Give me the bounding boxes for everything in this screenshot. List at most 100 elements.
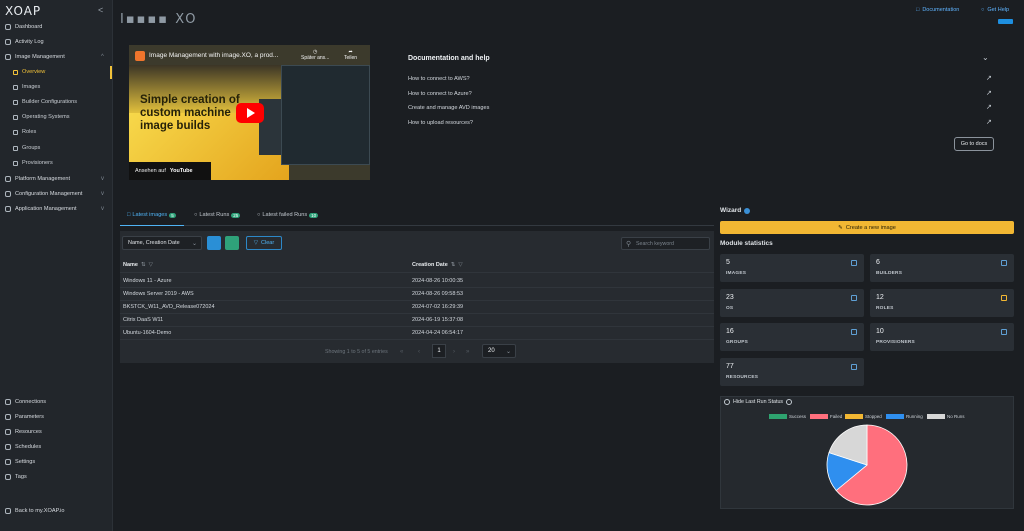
application-icon — [5, 206, 11, 212]
connections-icon — [5, 399, 11, 405]
provisioners-icon — [1001, 329, 1007, 335]
parameters-icon — [5, 414, 11, 420]
info-icon[interactable] — [744, 207, 751, 214]
share-button[interactable]: ➦ Teilen — [344, 49, 357, 61]
sidebar-item-activity-log[interactable]: Activity Log — [5, 36, 44, 48]
tab-latest-images[interactable]: □ Latest images 5 — [127, 212, 176, 218]
docs-title: Documentation and help — [408, 55, 490, 62]
export-excel-button[interactable] — [225, 236, 239, 250]
column-header-name[interactable]: Name ⇅ ▽ — [123, 262, 153, 268]
sidebar-item-connections[interactable]: Connections — [5, 396, 46, 408]
get-help-link[interactable]: ○ Get Help — [981, 7, 1009, 13]
sidebar-item-tags[interactable]: Tags — [5, 471, 27, 483]
stat-label: RESOURCES — [726, 375, 759, 380]
help-badge[interactable] — [998, 19, 1013, 24]
sidebar-item-operating-systems[interactable]: Operating Systems — [13, 111, 70, 123]
legend-swatch — [927, 414, 945, 419]
column-header-creation-date[interactable]: Creation Date ⇅ ▽ — [412, 262, 463, 268]
external-arrow-icon[interactable]: ↗ — [986, 103, 992, 111]
first-page-icon[interactable]: « — [400, 349, 403, 355]
docs-link-azure[interactable]: How to connect to Azure? — [408, 91, 472, 97]
stat-card-provisioners[interactable]: 10 PROVISIONERS — [870, 323, 1014, 351]
stat-card-images[interactable]: 5 IMAGES — [720, 254, 864, 282]
watch-later-button[interactable]: ◷ Später ans... — [301, 49, 329, 61]
chevron-down-icon[interactable]: ⌄ — [982, 53, 989, 62]
search-input[interactable]: ⚲ Search keyword — [621, 237, 710, 250]
sidebar-item-image-management[interactable]: Image Management ^ — [5, 51, 104, 63]
prev-page-icon[interactable]: ‹ — [418, 349, 420, 355]
active-indicator — [110, 66, 112, 79]
sidebar-item-builder-configurations[interactable]: Builder Configurations — [13, 96, 77, 108]
external-arrow-icon[interactable]: ↗ — [986, 74, 992, 82]
sort-select[interactable]: Name, Creation Date ⌄ — [122, 236, 202, 250]
docs-link-avd[interactable]: Create and manage AVD images — [408, 105, 489, 111]
table-row-date: 2024-08-26 09:58:53 — [412, 291, 464, 297]
sidebar-item-settings[interactable]: Settings — [5, 456, 35, 468]
sidebar-item-groups[interactable]: Groups — [13, 142, 40, 154]
stat-card-os[interactable]: 23 OS — [720, 289, 864, 317]
youtube-video[interactable]: Image Management with image.XO, a prod..… — [129, 45, 370, 180]
schedules-icon — [5, 444, 11, 450]
legend-running[interactable]: Running — [886, 414, 923, 419]
legend-failed[interactable]: Failed — [810, 414, 842, 419]
tab-latest-runs[interactable]: ○ Latest Runs 25 — [194, 212, 241, 218]
play-button-icon[interactable] — [236, 103, 264, 123]
sidebar-item-dashboard[interactable]: Dashboard — [5, 21, 42, 33]
sort-icon[interactable]: ⇅ — [451, 262, 456, 268]
stat-value: 16 — [726, 328, 734, 335]
table-row-name[interactable]: Citrix DaaS W11 — [123, 317, 163, 323]
legend-no-runs[interactable]: No Runs — [927, 414, 965, 419]
watch-on-youtube-button[interactable]: Ansehen auf YouTube — [129, 162, 211, 180]
image-xo-brand: I▪▪▪▪ XO — [120, 12, 198, 27]
sidebar-item-platform-management[interactable]: Platform Management v — [5, 173, 104, 185]
table-row-name[interactable]: BKSTCK_W11_AVD_Release072024 — [123, 304, 215, 310]
create-new-image-button[interactable]: ✎ Create a new image — [720, 221, 1014, 234]
back-to-xoap-link[interactable]: Back to my.XOAP.io — [5, 505, 65, 517]
filter-icon[interactable]: ▽ — [458, 262, 462, 268]
sidebar-item-schedules[interactable]: Schedules — [5, 441, 41, 453]
sidebar-item-parameters[interactable]: Parameters — [5, 411, 44, 423]
back-icon — [5, 508, 11, 514]
table-row-name[interactable]: Windows 11 - Azure — [123, 278, 172, 284]
external-arrow-icon[interactable]: ↗ — [986, 118, 992, 126]
legend-stopped[interactable]: Stopped — [845, 414, 882, 419]
docs-link-resources[interactable]: How to upload resources? — [408, 120, 473, 126]
hide-last-run-status-toggle[interactable]: Hide Last Run Status — [724, 399, 793, 405]
last-page-icon[interactable]: » — [466, 349, 469, 355]
stat-value: 23 — [726, 294, 734, 301]
legend-success[interactable]: Success — [769, 414, 806, 419]
video-title[interactable]: Image Management with image.XO, a prod..… — [149, 52, 278, 59]
external-arrow-icon[interactable]: ↗ — [986, 89, 992, 97]
eye-off-icon — [724, 399, 730, 405]
row-separator — [120, 326, 714, 327]
export-csv-button[interactable] — [207, 236, 221, 250]
sidebar-item-images[interactable]: Images — [13, 81, 40, 93]
tab-latest-failed-runs[interactable]: ○ Latest failed Runs 10 — [257, 212, 319, 218]
next-page-icon[interactable]: › — [453, 349, 455, 355]
table-row-name[interactable]: Windows Server 2019 - AWS — [123, 291, 194, 297]
sort-icon[interactable]: ⇅ — [141, 262, 146, 268]
collapse-sidebar-icon[interactable]: < — [98, 5, 103, 15]
docs-link-aws[interactable]: How to connect to AWS? — [408, 76, 470, 82]
clear-button[interactable]: ▽ Clear — [246, 236, 282, 250]
video-screenshot — [281, 65, 370, 165]
table-row-name[interactable]: Ubuntu-1604-Demo — [123, 330, 171, 336]
xoap-logo[interactable]: XOAP — [5, 4, 41, 18]
current-page[interactable]: 1 — [432, 344, 446, 358]
sidebar-item-roles[interactable]: Roles — [13, 126, 36, 138]
sidebar-item-resources[interactable]: Resources — [5, 426, 42, 438]
sidebar-item-overview[interactable]: Overview — [13, 66, 45, 78]
stat-card-resources[interactable]: 77 RESOURCES — [720, 358, 864, 386]
documentation-link[interactable]: □ Documentation — [916, 7, 959, 13]
per-page-select[interactable]: 20 ⌄ — [482, 344, 516, 358]
pencil-icon: ✎ — [838, 224, 843, 231]
go-to-docs-button[interactable]: Go to docs — [954, 137, 994, 151]
stat-card-roles[interactable]: 12 ROLES — [870, 289, 1014, 317]
row-separator — [120, 313, 714, 314]
sidebar-item-configuration-management[interactable]: Configuration Management v — [5, 188, 104, 200]
stat-card-groups[interactable]: 16 GROUPS — [720, 323, 864, 351]
sidebar-item-provisioners[interactable]: Provisioners — [13, 157, 53, 169]
sidebar-item-application-management[interactable]: Application Management v — [5, 203, 104, 215]
filter-icon[interactable]: ▽ — [149, 262, 153, 268]
stat-card-builders[interactable]: 6 BUILDERS — [870, 254, 1014, 282]
